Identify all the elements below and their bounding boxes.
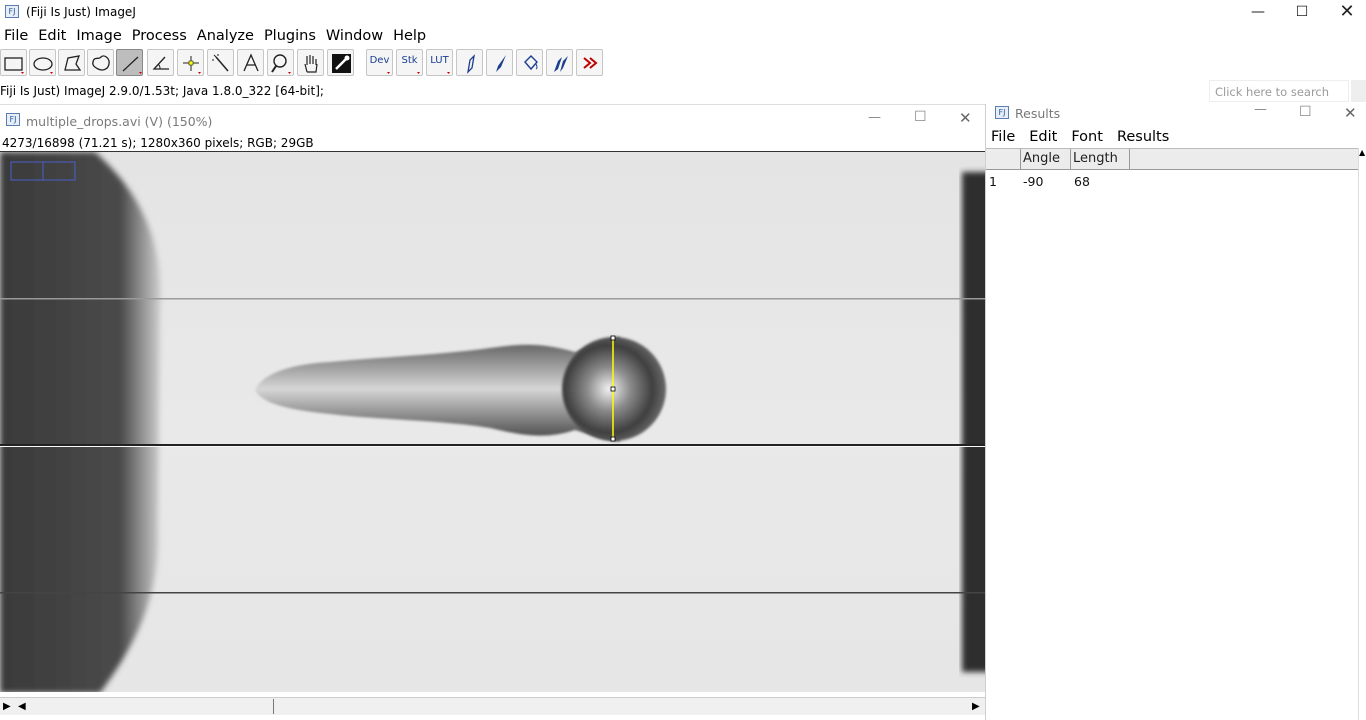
scrolling-tool[interactable] bbox=[297, 49, 324, 76]
frame-scrollbar[interactable]: ▶ ◀ ▶ bbox=[0, 697, 985, 715]
results-window-title: Results bbox=[1015, 106, 1061, 121]
brush-tool[interactable] bbox=[486, 49, 513, 76]
scroll-up-icon[interactable]: ▲ bbox=[1359, 148, 1366, 157]
menu-analyze[interactable]: Analyze bbox=[193, 24, 260, 48]
rectangle-icon bbox=[4, 57, 24, 74]
results-menu-edit[interactable]: Edit bbox=[1029, 129, 1057, 145]
brush-icon bbox=[496, 55, 506, 72]
polygon-tool[interactable] bbox=[58, 49, 85, 76]
fiji-logo-icon: FJ bbox=[6, 113, 20, 126]
maximize-icon[interactable]: ☐ bbox=[914, 109, 927, 125]
results-menu-font[interactable]: Font bbox=[1071, 129, 1103, 145]
menu-image[interactable]: Image bbox=[72, 24, 127, 48]
close-icon[interactable]: ✕ bbox=[959, 109, 972, 127]
search-input[interactable]: Click here to search bbox=[1209, 80, 1349, 102]
menu-edit[interactable]: Edit bbox=[34, 24, 72, 48]
wand-tool[interactable] bbox=[207, 49, 234, 76]
stk-tool[interactable]: Stk bbox=[396, 49, 423, 76]
lut-tool[interactable]: LUT bbox=[426, 49, 453, 76]
text-icon bbox=[243, 53, 259, 72]
text-tool[interactable] bbox=[237, 49, 264, 76]
row-length: 68 bbox=[1074, 174, 1090, 189]
dev-tool[interactable]: Dev bbox=[366, 49, 393, 76]
results-menu-bar: File Edit Font Results bbox=[991, 129, 1183, 145]
minimize-icon[interactable]: — bbox=[868, 110, 881, 125]
double-chevron-icon bbox=[583, 57, 598, 69]
magnifier-icon bbox=[271, 54, 291, 74]
status-bar: Fiji Is Just) ImageJ 2.9.0/1.53t; Java 1… bbox=[0, 84, 324, 98]
search-scrollbar[interactable] bbox=[1351, 80, 1366, 102]
column-header-index[interactable] bbox=[986, 149, 1021, 170]
menu-file[interactable]: File bbox=[0, 24, 34, 48]
scroll-left-icon[interactable]: ◀ bbox=[18, 701, 26, 712]
more-tools-button[interactable] bbox=[576, 49, 603, 76]
color-picker-tool[interactable] bbox=[327, 49, 354, 76]
fiji-logo-icon: FJ bbox=[5, 5, 19, 18]
rectangle-tool[interactable] bbox=[0, 49, 27, 76]
main-menu-bar: File Edit Image Process Analyze Plugins … bbox=[0, 24, 432, 48]
menu-window[interactable]: Window bbox=[322, 24, 389, 48]
results-scrollbar[interactable]: ▲ bbox=[1358, 148, 1366, 720]
image-info: 4273/16898 (71.21 s); 1280x360 pixels; R… bbox=[2, 136, 314, 150]
dropper-icon bbox=[332, 54, 351, 73]
angle-tool[interactable] bbox=[147, 49, 174, 76]
close-icon[interactable]: ✕ bbox=[1344, 104, 1357, 122]
play-icon[interactable]: ▶ bbox=[3, 701, 11, 712]
maximize-icon[interactable]: ☐ bbox=[1279, 0, 1325, 24]
results-menu-file[interactable]: File bbox=[991, 129, 1015, 145]
maximize-icon[interactable]: ☐ bbox=[1299, 104, 1312, 120]
oval-tool[interactable] bbox=[29, 49, 56, 76]
pencil-tool[interactable] bbox=[456, 49, 483, 76]
drop-image bbox=[0, 152, 985, 692]
line-icon bbox=[122, 56, 142, 74]
scrollbar-track[interactable] bbox=[32, 699, 274, 714]
bucket-icon bbox=[524, 55, 538, 71]
angle-icon bbox=[152, 56, 169, 70]
image-canvas[interactable] bbox=[0, 151, 985, 692]
hand-icon bbox=[304, 55, 318, 73]
menu-help[interactable]: Help bbox=[389, 24, 432, 48]
pencil-icon bbox=[467, 54, 475, 74]
minimize-icon[interactable]: — bbox=[1254, 102, 1267, 117]
oval-icon bbox=[33, 57, 53, 74]
wand-icon bbox=[212, 54, 229, 72]
straight-line-tool[interactable] bbox=[116, 49, 143, 76]
app-title-bar: FJ (Fiji Is Just) ImageJ — ☐ ✕ bbox=[0, 0, 1366, 24]
menu-process[interactable]: Process bbox=[128, 24, 193, 48]
results-table-header: Angle Length bbox=[986, 148, 1358, 170]
table-row[interactable]: 1 -90 68 bbox=[986, 172, 1358, 192]
image-window: FJ multiple_drops.avi (V) (150%) — ☐ ✕ 4… bbox=[0, 104, 985, 720]
menu-plugins[interactable]: Plugins bbox=[260, 24, 322, 48]
column-header-length[interactable]: Length bbox=[1071, 149, 1130, 170]
minimize-icon[interactable]: — bbox=[1235, 0, 1281, 24]
app-title: (Fiji Is Just) ImageJ bbox=[26, 5, 136, 19]
magnifier-tool[interactable] bbox=[267, 49, 294, 76]
column-header-angle[interactable]: Angle bbox=[1021, 149, 1071, 170]
row-angle: -90 bbox=[1023, 174, 1044, 189]
macro-tool[interactable] bbox=[546, 49, 573, 76]
scroll-right-icon[interactable]: ▶ bbox=[972, 701, 980, 712]
row-index: 1 bbox=[989, 174, 997, 189]
brushes-icon bbox=[554, 56, 568, 72]
results-menu-results[interactable]: Results bbox=[1117, 129, 1169, 145]
close-icon[interactable]: ✕ bbox=[1324, 0, 1366, 24]
freehand-icon bbox=[92, 55, 110, 71]
polygon-icon bbox=[64, 55, 82, 71]
flood-fill-tool[interactable] bbox=[516, 49, 543, 76]
fiji-logo-icon: FJ bbox=[995, 106, 1009, 119]
point-tool[interactable] bbox=[177, 49, 204, 76]
freehand-tool[interactable] bbox=[87, 49, 114, 76]
results-window: FJ Results — ☐ ✕ File Edit Font Results … bbox=[985, 102, 1366, 720]
crosshair-icon bbox=[183, 56, 201, 74]
image-window-title: multiple_drops.avi (V) (150%) bbox=[26, 114, 213, 129]
